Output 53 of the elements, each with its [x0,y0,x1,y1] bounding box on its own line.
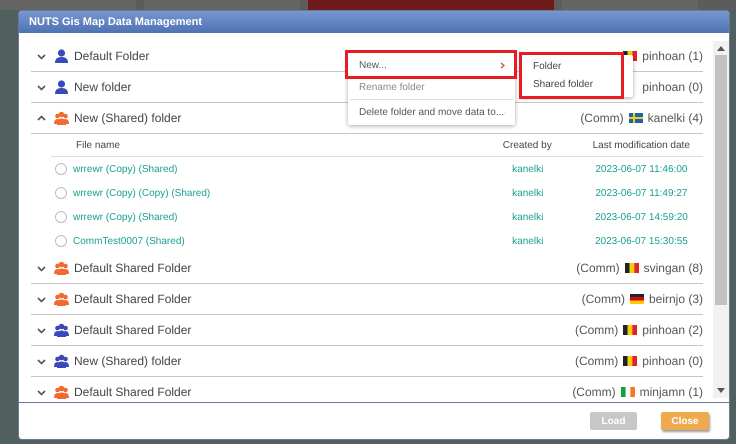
table-cell-text: 2023-06-07 11:49:27 [594,188,688,198]
table-cell-text: kanelki [511,164,544,174]
chevron-down-icon[interactable] [37,326,46,334]
scroll-down-icon[interactable] [717,388,725,394]
table-cell-text: kanelki [511,188,544,198]
dialog-title: NUTS Gis Map Data Management [29,16,202,28]
folder-scope: (Comm) [576,261,620,275]
folder-name[interactable]: Default Shared Folder [74,292,192,306]
chevron-down-icon[interactable] [37,388,46,396]
table-cell-text: 2023-06-07 15:30:55 [594,236,689,246]
table-cell-text: kanelki [511,236,544,246]
menu-item[interactable]: New... [348,54,515,76]
radio-button[interactable] [55,187,67,199]
radio-button[interactable] [55,235,67,247]
chevron-up-icon[interactable] [37,114,46,122]
folder-name[interactable]: Default Shared Folder [74,385,192,399]
radio-button[interactable] [55,211,67,223]
scrollbar[interactable] [713,41,729,398]
chevron-down-icon[interactable] [37,52,46,60]
column-header: Created by [502,140,553,150]
chevron-down-icon[interactable] [37,294,46,304]
table-cell-text: 2023-06-07 14:59:20 [594,212,689,222]
folder-owner: minjamn (1) [640,385,703,399]
column-header: Last modification date [592,140,691,150]
table-cell-text: 2023-06-07 11:46:00 [594,164,688,174]
scroll-up-icon[interactable] [717,45,725,51]
folder-name[interactable]: Default Shared Folder [74,261,192,275]
column-header: File name [75,140,121,150]
folder-owner: beirnjo (3) [648,292,703,306]
chevron-down-icon[interactable] [37,356,46,366]
scrollbar-thumb[interactable] [715,55,727,305]
folder-name[interactable]: Default Folder [74,49,150,63]
folder-scope: (Comm) [574,354,618,368]
folder-name[interactable]: New (Shared) folder [74,111,182,125]
folder-name[interactable]: New (Shared) folder [74,354,182,368]
folder-scope: (Comm) [580,111,624,125]
folder-owner: pinhoan (0) [642,354,703,368]
menu-item[interactable]: Delete folder and move data to... [348,101,515,123]
folder-owner: kanelki (4) [648,111,703,125]
folder-owner: pinhoan (0) [642,80,703,94]
chevron-down-icon[interactable] [37,82,46,92]
folder-owner: pinhoan (2) [642,323,703,337]
chevron-down-icon[interactable] [37,264,46,272]
folder-owner: pinhoan (1) [642,49,703,63]
folder-scope: (Comm) [572,385,616,399]
folder-name[interactable]: Default Shared Folder [74,323,192,337]
radio-button[interactable] [55,163,67,175]
table-cell-text: kanelki [511,212,544,222]
folder-scope: (Comm) [582,292,625,306]
folder-owner: svingan (8) [644,261,703,275]
folder-name[interactable]: New folder [74,80,132,94]
chevron-right-icon [500,62,505,68]
folder-scope: (Comm) [574,323,618,337]
